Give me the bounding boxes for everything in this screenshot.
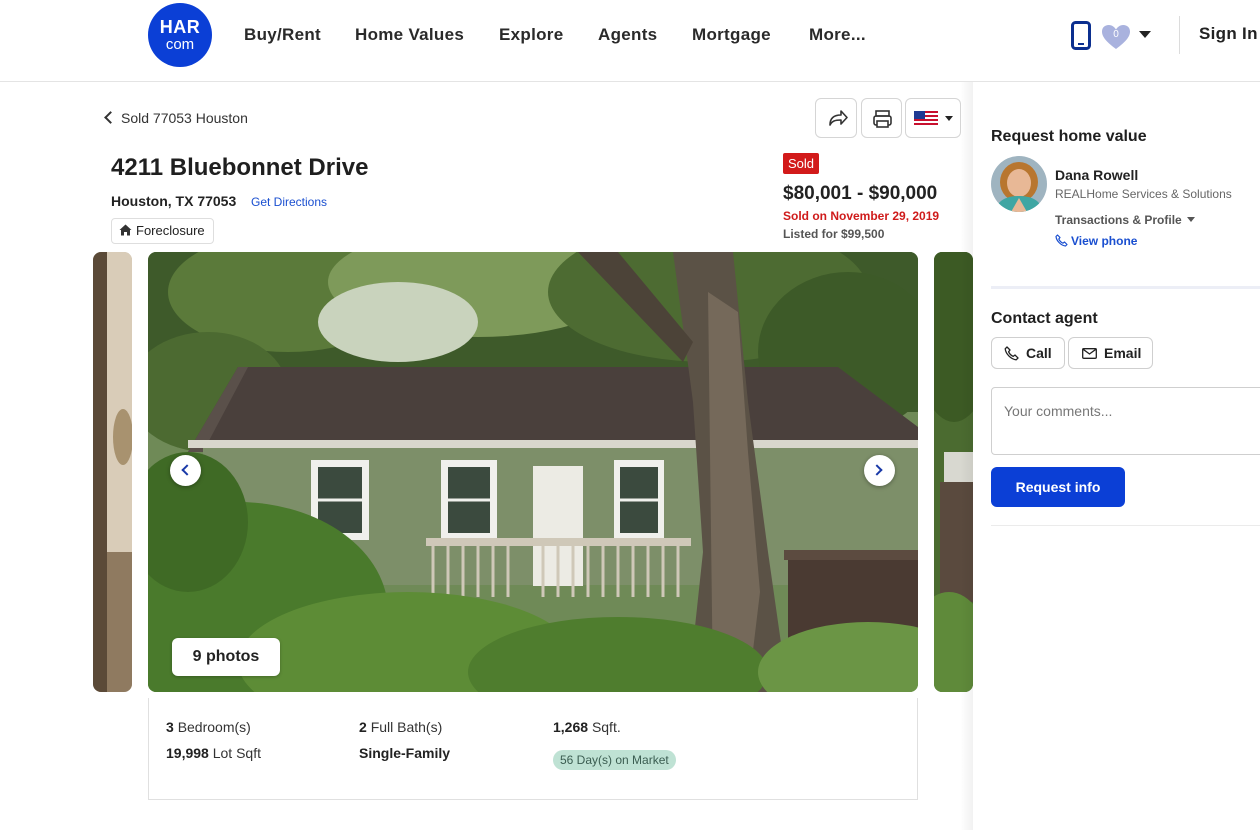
nav-mortgage[interactable]: Mortgage [692,25,771,45]
chevron-left-icon [181,464,193,476]
chevron-down-icon[interactable] [1139,31,1151,38]
photo-image [93,252,132,692]
baths-value: 2 [359,719,367,735]
agent-company: REALHome Services & Solutions [1055,187,1232,201]
nav-buy-rent[interactable]: Buy/Rent [244,25,321,45]
previous-photo[interactable] [93,252,132,692]
chevron-down-icon [945,116,953,121]
listing-city: Houston, TX 77053 [111,193,237,209]
lot-size: 19,998 Lot Sqft [166,745,261,761]
listing-address: 4211 Bluebonnet Drive [111,154,369,181]
logo-text-top: HAR [159,17,201,37]
days-on-market-badge: 56 Day(s) on Market [553,750,676,770]
breadcrumb-label: Sold 77053 Houston [121,110,248,126]
home-icon [119,224,132,236]
email-icon [1082,348,1097,359]
sqft-value: 1,268 [553,719,589,735]
print-icon [873,110,892,128]
status-badge: Sold [783,153,820,174]
language-selector[interactable] [905,98,961,138]
call-button[interactable]: Call [991,337,1065,369]
share-icon [829,110,848,126]
agent-photo [991,156,1047,212]
get-directions-link[interactable]: Get Directions [251,195,327,209]
property-facts [148,698,918,800]
property-type: Single-Family [359,745,450,761]
baths: 2 Full Bath(s) [359,719,442,735]
nav-home-values[interactable]: Home Values [355,25,464,45]
prev-photo-button[interactable] [170,455,201,486]
house-photo [148,252,918,692]
sqft: 1,268 Sqft. [553,719,621,735]
us-flag-icon [914,111,938,126]
nav-agents[interactable]: Agents [598,25,657,45]
photo-count-button[interactable]: 9 photos [172,638,280,676]
site-header: HAR com Buy/Rent Home Values Explore Age… [0,0,1260,82]
next-photo-button[interactable] [864,455,895,486]
lot-label: Lot Sqft [212,745,261,761]
property-type-value: Single-Family [359,745,451,761]
request-info-button[interactable]: Request info [991,467,1125,507]
contact-agent-title: Contact agent [991,310,1098,327]
sold-date: Sold on November 29, 2019 [783,209,940,223]
comments-field[interactable] [991,387,1260,455]
bedrooms: 3 Bedroom(s) [166,719,251,735]
har-logo[interactable]: HAR com [148,3,212,67]
call-label: Call [1026,345,1052,361]
price-range: $80,001 - $90,000 [783,183,938,204]
listed-price: Listed for $99,500 [783,227,885,241]
caret-down-icon [1186,217,1195,222]
logo-text-bottom: com [165,36,195,53]
email-button[interactable]: Email [1068,337,1153,369]
main-photo[interactable] [148,252,918,692]
share-button[interactable] [815,98,857,138]
email-label: Email [1104,345,1142,361]
transactions-profile-dropdown[interactable]: Transactions & Profile [1055,213,1195,227]
chevron-left-icon [104,111,117,124]
request-home-value-title: Request home value [991,128,1147,145]
bedrooms-label: Bedroom(s) [177,719,251,735]
property-tag-label: Foreclosure [136,223,205,238]
call-icon [1004,346,1019,361]
view-phone-label: View phone [1071,234,1138,248]
bedrooms-value: 3 [166,719,174,735]
lot-value: 19,998 [166,745,209,761]
view-phone-link[interactable]: View phone [1055,234,1137,248]
agent-name[interactable]: Dana Rowell [1055,167,1138,183]
header-divider [1179,16,1180,54]
favorites-count: 0 [1113,29,1119,40]
sign-in-link[interactable]: Sign In [1199,24,1258,44]
phone-icon[interactable] [1071,21,1091,50]
property-tag: Foreclosure [111,218,214,244]
nav-more[interactable]: More... [809,25,866,45]
breadcrumb[interactable]: Sold 77053 Houston [104,110,248,126]
transactions-profile-label: Transactions & Profile [1055,213,1182,227]
baths-label: Full Bath(s) [370,719,443,735]
sqft-label: Sqft. [591,719,621,735]
nav-explore[interactable]: Explore [499,25,563,45]
phone-handset-icon [1055,234,1068,247]
print-button[interactable] [861,98,902,138]
chevron-right-icon [871,464,883,476]
sidebar-divider-bottom [991,525,1260,526]
avatar[interactable] [991,156,1047,212]
sidebar-divider [991,286,1260,289]
panel-shadow [960,82,974,830]
